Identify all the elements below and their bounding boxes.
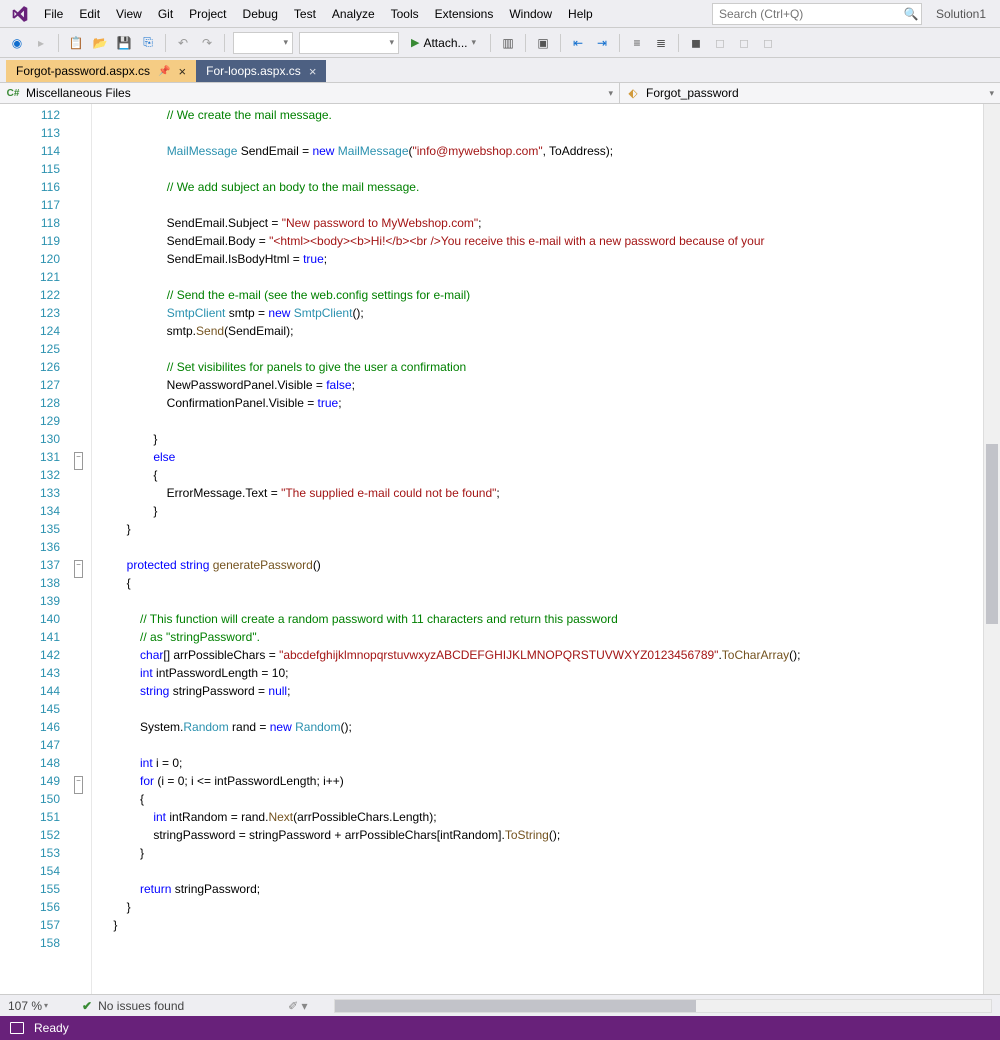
solution-label[interactable]: Solution1 bbox=[922, 7, 1000, 21]
bookmark-button[interactable]: ◼ bbox=[685, 32, 707, 54]
navbar: C# Miscellaneous Files ⬖ Forgot_password bbox=[0, 82, 1000, 104]
tab-label: Forgot-password.aspx.cs bbox=[16, 64, 150, 78]
new-project-button[interactable]: 📋 bbox=[65, 32, 87, 54]
menu-window[interactable]: Window bbox=[501, 3, 560, 25]
class-label: Forgot_password bbox=[646, 86, 739, 100]
menu-edit[interactable]: Edit bbox=[71, 3, 108, 25]
tb-icon-2[interactable]: ▣ bbox=[532, 32, 554, 54]
tabbar: Forgot-password.aspx.cs📌×For-loops.aspx.… bbox=[0, 58, 1000, 82]
tab-for-loops-aspx-cs[interactable]: For-loops.aspx.cs × bbox=[196, 60, 326, 82]
tab-label: For-loops.aspx.cs bbox=[206, 64, 301, 78]
pin-icon[interactable]: 📌 bbox=[158, 66, 170, 77]
csharp-icon: C# bbox=[6, 86, 20, 100]
uncomment-button[interactable]: ≣ bbox=[650, 32, 672, 54]
tool-icon[interactable]: ✐ ▾ bbox=[288, 999, 307, 1013]
menu-help[interactable]: Help bbox=[560, 3, 601, 25]
search-box[interactable]: 🔍 bbox=[712, 3, 922, 25]
forward-button[interactable]: ▸ bbox=[30, 32, 52, 54]
toolbar: ◉ ▸ 📋 📂 💾 ⎘ ↶ ↷ ▶ Attach... ▾ ▥ ▣ ⇤ ⇥ ≡ … bbox=[0, 28, 1000, 58]
project-label: Miscellaneous Files bbox=[26, 86, 131, 100]
open-button[interactable]: 📂 bbox=[89, 32, 111, 54]
tb-icon-4[interactable]: ◻ bbox=[733, 32, 755, 54]
redo-button[interactable]: ↷ bbox=[196, 32, 218, 54]
tab-forgot-password-aspx-cs[interactable]: Forgot-password.aspx.cs 📌 × bbox=[6, 60, 196, 82]
statusbar: Ready bbox=[0, 1016, 1000, 1040]
bottom-info-bar: 107 % ✔ No issues found ✐ ▾ bbox=[0, 994, 1000, 1016]
menu-analyze[interactable]: Analyze bbox=[324, 3, 383, 25]
class-icon: ⬖ bbox=[626, 86, 640, 100]
close-icon[interactable]: × bbox=[309, 64, 317, 79]
project-combo[interactable]: C# Miscellaneous Files bbox=[0, 83, 620, 103]
menu-view[interactable]: View bbox=[108, 3, 150, 25]
status-text: Ready bbox=[34, 1021, 69, 1035]
status-window-icon bbox=[10, 1022, 24, 1034]
menu-test[interactable]: Test bbox=[286, 3, 324, 25]
platform-combo[interactable] bbox=[299, 32, 399, 54]
menubar: FileEditViewGitProjectDebugTestAnalyzeTo… bbox=[0, 0, 1000, 28]
menu-extensions[interactable]: Extensions bbox=[427, 3, 502, 25]
close-icon[interactable]: × bbox=[179, 64, 187, 79]
tb-icon-3[interactable]: ◻ bbox=[709, 32, 731, 54]
issues-indicator[interactable]: ✔ No issues found bbox=[82, 999, 184, 1013]
code-area[interactable]: // We create the mail message. MailMessa… bbox=[92, 104, 983, 994]
scroll-thumb[interactable] bbox=[986, 444, 998, 624]
fold-column: −−− bbox=[70, 104, 92, 994]
search-input[interactable] bbox=[713, 7, 901, 21]
outdent-button[interactable]: ⇥ bbox=[591, 32, 613, 54]
save-button[interactable]: 💾 bbox=[113, 32, 135, 54]
horizontal-scrollbar[interactable] bbox=[334, 999, 992, 1013]
save-all-button[interactable]: ⎘ bbox=[137, 32, 159, 54]
issues-label: No issues found bbox=[98, 999, 184, 1013]
vs-logo-icon bbox=[10, 4, 30, 24]
search-icon[interactable]: 🔍 bbox=[901, 7, 921, 21]
attach-label: Attach... bbox=[423, 36, 467, 50]
menu-tools[interactable]: Tools bbox=[383, 3, 427, 25]
attach-button[interactable]: ▶ Attach... ▾ bbox=[403, 32, 484, 54]
vertical-scrollbar[interactable] bbox=[983, 104, 1000, 994]
editor: 1121131141151161171181191201211221231241… bbox=[0, 104, 1000, 994]
check-icon: ✔ bbox=[82, 999, 92, 1013]
play-icon: ▶ bbox=[411, 36, 419, 49]
tb-icon-1[interactable]: ▥ bbox=[497, 32, 519, 54]
comment-button[interactable]: ≡ bbox=[626, 32, 648, 54]
config-combo[interactable] bbox=[233, 32, 293, 54]
line-gutter: 1121131141151161171181191201211221231241… bbox=[0, 104, 70, 994]
menu-debug[interactable]: Debug bbox=[235, 3, 286, 25]
zoom-combo[interactable]: 107 % bbox=[8, 999, 48, 1013]
menu-file[interactable]: File bbox=[36, 3, 71, 25]
indent-button[interactable]: ⇤ bbox=[567, 32, 589, 54]
undo-button[interactable]: ↶ bbox=[172, 32, 194, 54]
menu-project[interactable]: Project bbox=[181, 3, 234, 25]
hscroll-thumb[interactable] bbox=[335, 1000, 696, 1012]
back-button[interactable]: ◉ bbox=[6, 32, 28, 54]
tb-icon-5[interactable]: ◻ bbox=[757, 32, 779, 54]
class-combo[interactable]: ⬖ Forgot_password bbox=[620, 83, 1000, 103]
menu-git[interactable]: Git bbox=[150, 3, 181, 25]
